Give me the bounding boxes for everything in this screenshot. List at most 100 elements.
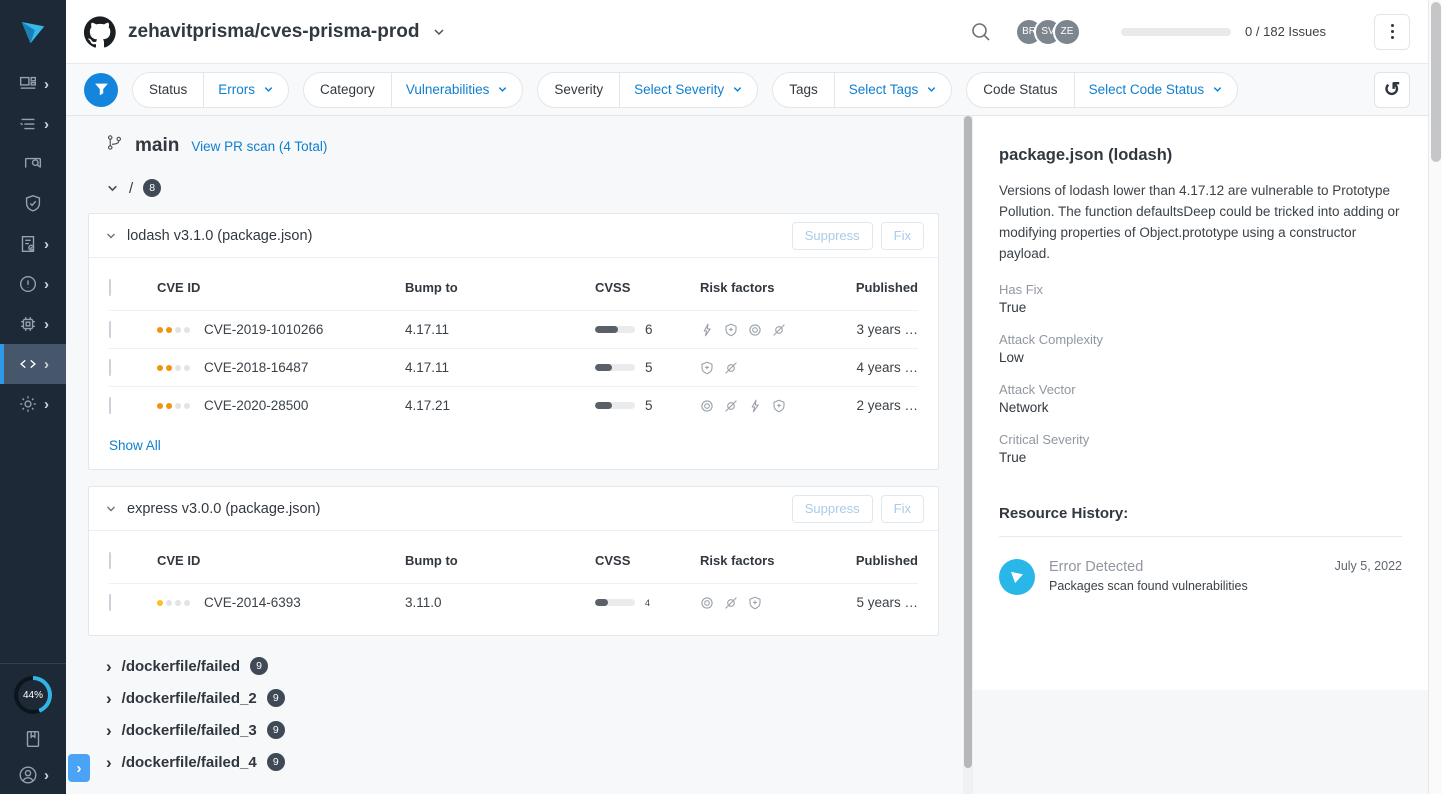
select-all-checkbox[interactable] <box>109 279 111 296</box>
suppress-button[interactable]: Suppress <box>792 222 873 250</box>
chevron-right-icon: › <box>44 117 49 132</box>
folder-row[interactable]: › /dockerfile/failed_4 9 <box>88 746 939 778</box>
reset-filters-button[interactable]: ↺ <box>1374 72 1410 108</box>
filter-value-dropdown[interactable]: Select Tags <box>835 73 952 107</box>
repo-selector[interactable]: zehavitprisma/cves-prisma-prod <box>84 16 445 48</box>
top-bar: zehavitprisma/cves-prisma-prod BRSVZE 0 … <box>66 0 1428 64</box>
select-all-checkbox[interactable] <box>109 552 111 569</box>
git-branch-icon <box>106 134 123 151</box>
package-title: express v3.0.0 (package.json) <box>127 501 320 517</box>
sidebar-item-bookmarks[interactable] <box>22 728 44 750</box>
folder-row[interactable]: › /dockerfile/failed_3 9 <box>88 714 939 746</box>
cvss-bar <box>595 364 635 371</box>
filter-value-dropdown[interactable]: Select Code Status <box>1075 73 1238 107</box>
github-icon <box>84 16 116 48</box>
filter-pill: Status Errors <box>132 72 289 108</box>
reset-icon: ↺ <box>1384 77 1401 102</box>
filter-value: Vulnerabilities <box>406 82 490 97</box>
fix-button[interactable]: Fix <box>881 495 924 523</box>
filter-pill: Category Vulnerabilities <box>303 72 523 108</box>
show-all-link[interactable]: Show All <box>109 438 161 453</box>
chevron-right-icon: › <box>106 754 112 771</box>
filter-label: Category <box>304 73 392 107</box>
cve-rows: CVE-2019-1010266 4.17.11 6 3 years … CVE… <box>109 310 918 424</box>
row-checkbox[interactable] <box>109 321 111 338</box>
spiral-icon <box>700 399 714 413</box>
scan-progress-ring[interactable]: 44% <box>14 676 52 714</box>
sidebar-item-dashboard[interactable]: › <box>0 64 66 104</box>
field-label: Has Fix <box>999 282 1402 297</box>
folder-row[interactable]: › /dockerfile/failed 9 <box>88 650 939 682</box>
view-pr-scan-link[interactable]: View PR scan (4 Total) <box>191 139 327 154</box>
issue-count-badge: 9 <box>250 657 268 675</box>
sidebar-item-incidents[interactable]: › <box>0 264 66 304</box>
folder-row[interactable]: › /dockerfile/failed_2 9 <box>88 682 939 714</box>
history-events: Error Detected Packages scan found vulne… <box>999 559 1402 595</box>
cve-table-row[interactable]: CVE-2014-6393 3.11.0 4 5 years … <box>109 583 918 621</box>
sidebar-item-integrations[interactable]: › <box>0 304 66 344</box>
incidents-alert-icon <box>17 273 39 295</box>
filter-groups: Status Errors Category Vulnerabilities S… <box>132 72 1238 108</box>
root-folder-row[interactable]: / 8 <box>88 179 939 197</box>
divider <box>999 536 1402 537</box>
app-window: › › › › › <box>0 0 1442 794</box>
row-checkbox[interactable] <box>109 594 111 611</box>
filter-value-dropdown[interactable]: Select Severity <box>620 73 757 107</box>
window-scrollbar[interactable] <box>1428 0 1442 794</box>
filter-toggle-button[interactable] <box>84 73 118 107</box>
branch-row: main View PR scan (4 Total) <box>88 134 939 157</box>
chevron-right-icon: › <box>77 760 82 777</box>
cve-table-row[interactable]: CVE-2019-1010266 4.17.11 6 3 years … <box>109 310 918 348</box>
filter-value-dropdown[interactable]: Vulnerabilities <box>392 73 523 107</box>
history-event: Error Detected Packages scan found vulne… <box>999 559 1402 595</box>
sidebar-item-compliance[interactable] <box>0 184 66 224</box>
shield-plus-icon <box>772 399 786 413</box>
col-header-published: Published <box>830 280 918 295</box>
main-scrollbar[interactable] <box>963 116 973 794</box>
more-options-button[interactable] <box>1374 14 1410 50</box>
sidebar-expand-button[interactable]: › <box>68 754 90 782</box>
book-icon <box>22 728 44 750</box>
window-scrollbar-thumb[interactable] <box>1431 2 1441 162</box>
cvss-score: 6 <box>645 322 653 337</box>
col-header-risk-factors: Risk factors <box>700 553 830 568</box>
sidebar-item-supply-chain[interactable]: › <box>0 104 66 144</box>
col-header-cve-id: CVE ID <box>157 553 405 568</box>
slashed-circle-icon <box>724 399 738 413</box>
sidebar-item-resource-explorer[interactable] <box>0 144 66 184</box>
severity-dots <box>157 365 190 371</box>
chevron-right-icon: › <box>44 768 49 783</box>
details-panel: package.json (lodash) Versions of lodash… <box>973 116 1428 690</box>
filter-value-dropdown[interactable]: Errors <box>204 73 288 107</box>
search-icon[interactable] <box>969 20 993 44</box>
sidebar-item-account[interactable]: › <box>17 764 49 786</box>
filter-pill: Tags Select Tags <box>772 72 952 108</box>
package-card-header[interactable]: lodash v3.1.0 (package.json) Suppress Fi… <box>89 214 938 258</box>
chevron-right-icon: › <box>106 690 112 707</box>
bump-to-version: 3.11.0 <box>405 595 595 610</box>
chevron-down-icon <box>926 84 937 95</box>
avatar[interactable]: ZE <box>1053 18 1081 46</box>
filter-value: Errors <box>218 82 255 97</box>
bump-to-version: 4.17.21 <box>405 398 595 413</box>
resource-history-heading: Resource History: <box>999 505 1402 522</box>
brand-logo[interactable] <box>0 0 66 64</box>
bridgecrew-logo-icon <box>18 17 48 47</box>
funnel-icon <box>94 82 109 97</box>
cve-table-row[interactable]: CVE-2020-28500 4.17.21 5 2 years … <box>109 386 918 424</box>
cve-table-row[interactable]: CVE-2018-16487 4.17.11 5 4 years … <box>109 348 918 386</box>
main-scrollbar-thumb[interactable] <box>964 116 972 768</box>
sidebar-item-code-security[interactable]: › <box>0 344 66 384</box>
row-checkbox[interactable] <box>109 397 111 414</box>
cvss-bar <box>595 402 635 409</box>
cve-table: CVE ID Bump to CVSS Risk factors Publish… <box>89 531 938 635</box>
details-title: package.json (lodash) <box>999 146 1402 165</box>
sidebar-item-settings[interactable]: › <box>0 384 66 424</box>
package-card-header[interactable]: express v3.0.0 (package.json) Suppress F… <box>89 487 938 531</box>
row-checkbox[interactable] <box>109 359 111 376</box>
suppress-button[interactable]: Suppress <box>792 495 873 523</box>
cve-table: CVE ID Bump to CVSS Risk factors Publish… <box>89 258 938 424</box>
chevron-down-icon <box>105 503 117 515</box>
fix-button[interactable]: Fix <box>881 222 924 250</box>
sidebar-item-policies[interactable]: › <box>0 224 66 264</box>
